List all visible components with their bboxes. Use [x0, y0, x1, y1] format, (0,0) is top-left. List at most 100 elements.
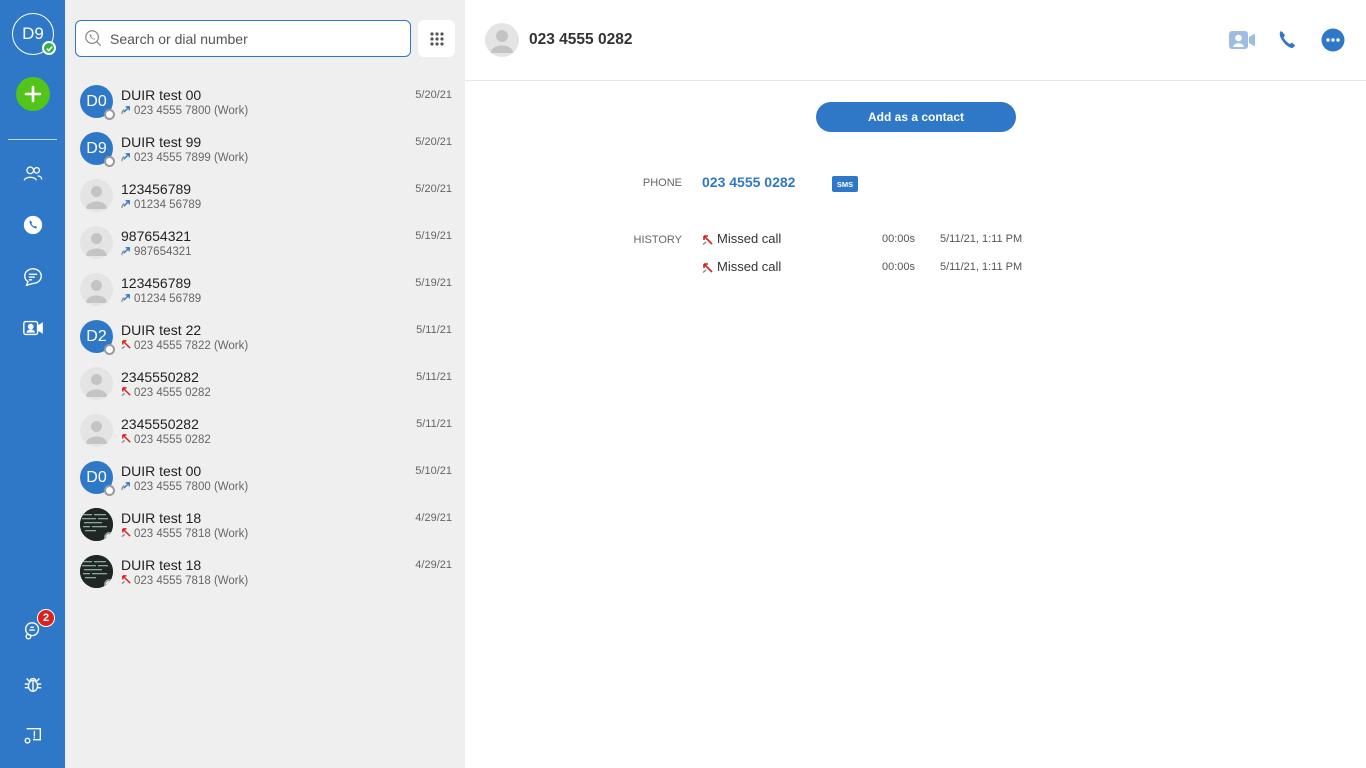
feedback-button[interactable]	[20, 723, 46, 749]
contact-subline: 023 4555 7800 (Work)	[121, 480, 248, 494]
conversation-row[interactable]: 2345550282 023 4555 0282 5/11/21	[65, 360, 465, 407]
conversation-row[interactable]: DUIR test 18 023 4555 7818 (Work) 4/29/21	[65, 501, 465, 548]
missed-call-icon	[121, 433, 132, 447]
contact-number: 023 4555 7800 (Work)	[134, 481, 249, 493]
contact-number: 01234 56789	[134, 199, 202, 211]
conversation-date: 5/19/21	[415, 230, 452, 242]
contact-subline: 023 4555 7818 (Work)	[121, 574, 248, 588]
phone-number-link[interactable]: 023 4555 0282	[702, 174, 795, 190]
avatar-initials: D0	[86, 92, 107, 110]
sms-label: SMS	[836, 179, 854, 189]
contact-name: DUIR test 00	[121, 87, 202, 103]
contact-subline: 023 4555 7818 (Work)	[121, 527, 248, 541]
contact-subline: 01234 56789	[121, 292, 201, 306]
conversation-list-pane: D0 DUIR test 00 023 4555 7800 (Work) 5/20/2…	[65, 0, 465, 768]
new-action-button[interactable]	[16, 77, 50, 111]
conversation-row[interactable]: DUIR test 18 023 4555 7818 (Work) 4/29/21	[65, 548, 465, 595]
messages-nav-button[interactable]	[20, 264, 46, 290]
status-online-icon	[42, 41, 56, 55]
conversation-row[interactable]: D9 DUIR test 99 023 4555 7899 (Work) 5/20/2…	[65, 125, 465, 172]
contact-name: DUIR test 22	[121, 322, 202, 338]
left-rail: D9 2	[0, 0, 65, 768]
add-contact-button[interactable]: Add as a contact	[816, 102, 1016, 132]
conversation-row[interactable]: D0 DUIR test 00 023 4555 7800 (Work) 5/10/2…	[65, 454, 465, 501]
presence-indicator	[104, 532, 113, 541]
detail-title: 023 4555 0282	[529, 31, 633, 48]
contact-subline: 023 4555 0282	[121, 433, 211, 447]
dialpad-button[interactable]	[418, 20, 455, 57]
avatar-initials: D9	[86, 139, 107, 157]
contact-name: DUIR test 99	[121, 134, 202, 150]
contact-number: 023 4555 7822 (Work)	[134, 340, 249, 352]
conversation-date: 5/19/21	[415, 277, 452, 289]
outgoing-call-icon	[121, 245, 132, 259]
conversation-date: 5/20/21	[415, 89, 452, 101]
conversation-date: 5/10/21	[415, 465, 452, 477]
conversation-row[interactable]: 123456789 01234 56789 5/19/21	[65, 266, 465, 313]
presence-indicator	[104, 109, 115, 120]
contact-avatar: D2	[80, 320, 115, 355]
person-placeholder-icon	[80, 414, 113, 447]
search-input[interactable]	[110, 29, 400, 49]
person-placeholder-icon	[491, 30, 513, 53]
contacts-nav-button[interactable]	[20, 161, 46, 187]
conversation-date: 5/11/21	[416, 324, 452, 336]
report-bug-button[interactable]	[20, 671, 46, 697]
contact-number: 023 4555 0282	[134, 434, 211, 446]
conversation-date: 4/29/21	[415, 512, 452, 524]
missed-call-icon	[121, 386, 132, 400]
conversation-date: 5/11/21	[416, 418, 452, 430]
presence-indicator	[104, 485, 115, 496]
feedback-icon	[24, 727, 42, 744]
conversation-row[interactable]: 123456789 01234 56789 5/20/21	[65, 172, 465, 219]
contact-name: 2345550282	[121, 369, 199, 385]
contact-subline: 987654321	[121, 245, 192, 259]
outgoing-call-icon	[121, 480, 132, 494]
video-call-button[interactable]	[1227, 26, 1257, 54]
person-placeholder-icon	[80, 273, 113, 306]
missed-call-icon	[121, 574, 132, 588]
contact-subline: 023 4555 7899 (Work)	[121, 151, 248, 165]
history-type: Missed call	[717, 231, 782, 246]
contact-name: DUIR test 18	[121, 510, 202, 526]
contact-avatar: D0	[80, 85, 115, 120]
contact-name: 123456789	[121, 275, 192, 291]
history-duration: 00:00s	[882, 261, 916, 273]
person-placeholder-icon	[80, 367, 113, 400]
contact-name: 987654321	[121, 228, 192, 244]
missed-call-icon	[121, 339, 132, 353]
conversation-row[interactable]: 2345550282 023 4555 0282 5/11/21	[65, 407, 465, 454]
conversation-row[interactable]: 987654321 987654321 5/19/21	[65, 219, 465, 266]
conversation-detail: 023 4555 0282 Add as a contact PHONE 023…	[465, 0, 1366, 768]
missed-call-icon	[702, 261, 714, 279]
outgoing-call-icon	[121, 104, 132, 118]
meetings-nav-button[interactable]	[20, 315, 46, 341]
history-item: Missed call 00:00s 5/11/21, 1:11 PM	[702, 231, 1102, 251]
contact-subline: 01234 56789	[121, 198, 201, 212]
conversation-row[interactable]: D2 DUIR test 22 023 4555 7822 (Work) 5/11/2…	[65, 313, 465, 360]
person-placeholder-icon	[80, 179, 113, 212]
conversation-date: 5/20/21	[415, 183, 452, 195]
conversation-row[interactable]: D0 DUIR test 00 023 4555 7800 (Work) 5/20/2…	[65, 78, 465, 125]
contact-number: 987654321	[134, 246, 192, 258]
avatar-initials: D0	[86, 468, 107, 486]
contact-subline: 023 4555 7822 (Work)	[121, 339, 248, 353]
sms-button[interactable]: SMS	[832, 176, 858, 192]
user-avatar[interactable]: D9	[12, 13, 56, 55]
history-type: Missed call	[717, 259, 782, 274]
call-button[interactable]	[1272, 26, 1302, 54]
more-dots-icon	[1321, 28, 1345, 52]
rail-divider	[8, 139, 57, 140]
contact-subline: 023 4555 7800 (Work)	[121, 104, 248, 118]
history-label: HISTORY	[633, 234, 683, 246]
chat-icon	[24, 268, 42, 287]
calls-nav-button[interactable]	[20, 212, 46, 238]
contact-number: 023 4555 0282	[134, 387, 211, 399]
history-duration: 00:00s	[882, 233, 916, 245]
more-options-button[interactable]	[1318, 26, 1348, 54]
search-phone-icon	[84, 29, 102, 52]
outgoing-call-icon	[121, 151, 132, 165]
contact-avatar: D9	[80, 132, 115, 167]
bug-icon	[24, 677, 42, 693]
contact-name: DUIR test 18	[121, 557, 202, 573]
